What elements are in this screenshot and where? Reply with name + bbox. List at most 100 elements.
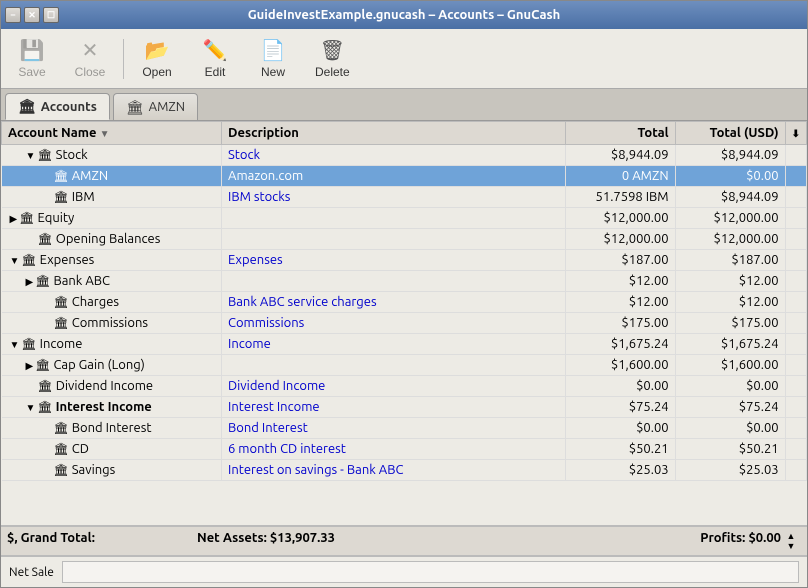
account-total-usd: $8,944.09 [675, 145, 785, 166]
table-row[interactable]: ▶🏛Equity$12,000.00$12,000.00 [2, 208, 807, 229]
expand-icon[interactable]: ▼ [10, 255, 20, 266]
account-icon: 🏛 [54, 422, 69, 435]
delete-button[interactable]: 🗑 Delete [306, 33, 359, 84]
account-name: Cap Gain (Long) [53, 358, 144, 372]
table-row[interactable]: 🏛CommissionsCommissions$175.00$175.00 [2, 313, 807, 334]
net-sale-label: Net Sale [9, 566, 54, 579]
account-description: 6 month CD interest [222, 439, 566, 460]
account-name: Commissions [72, 316, 148, 330]
main-window: – ✕ ☐ GuideInvestExample.gnucash – Accou… [0, 0, 808, 588]
account-total-usd: $175.00 [675, 313, 785, 334]
col-header-total[interactable]: Total [565, 122, 675, 145]
table-row[interactable]: ▶🏛Bank ABC$12.00$12.00 [2, 271, 807, 292]
account-total-usd: $0.00 [675, 166, 785, 187]
account-total-usd: $75.24 [675, 397, 785, 418]
table-row[interactable]: ▶🏛Cap Gain (Long) $1,600.00$1,600.00 [2, 355, 807, 376]
spin-up-icon[interactable]: ▲ [787, 531, 796, 541]
account-total-usd: $0.00 [675, 418, 785, 439]
account-total: $75.24 [565, 397, 675, 418]
account-total: 51.7598 IBM [565, 187, 675, 208]
account-name: Savings [72, 463, 116, 477]
bottom-bar: Net Sale [1, 556, 807, 587]
account-description: Amazon.com [222, 166, 566, 187]
account-icon: 🏛 [54, 191, 69, 204]
spin-down-icon[interactable]: ▼ [787, 541, 796, 551]
account-description: IBM stocks [222, 187, 566, 208]
account-total: $25.03 [565, 460, 675, 481]
account-total: $1,600.00 [565, 355, 675, 376]
close-icon: ✕ [82, 38, 99, 63]
account-total: $175.00 [565, 313, 675, 334]
table-row[interactable]: ▼🏛ExpensesExpenses$187.00$187.00 [2, 250, 807, 271]
expand-icon[interactable]: ▼ [26, 150, 36, 161]
col-header-name[interactable]: Account Name ▼ [2, 122, 222, 145]
account-total-usd: $50.21 [675, 439, 785, 460]
table-row[interactable]: ▼🏛StockStock$8,944.09$8,944.09 [2, 145, 807, 166]
account-description: Income [222, 334, 566, 355]
tab-amzn[interactable]: 🏛 AMZN [113, 93, 198, 120]
delete-icon: 🗑 [320, 38, 345, 63]
open-icon: 📂 [145, 38, 170, 63]
table-row[interactable]: 🏛AMZNAmazon.com0 AMZN$0.00 [2, 166, 807, 187]
new-button[interactable]: 📄 New [248, 33, 298, 84]
new-icon: 📄 [261, 38, 286, 63]
expand-icon[interactable]: ▶ [10, 213, 18, 224]
accounts-table-container: Account Name ▼ Description Total Total (… [1, 121, 807, 525]
accounts-tab-icon: 🏛 [18, 98, 36, 115]
table-row[interactable]: 🏛IBMIBM stocks51.7598 IBM$8,944.09 [2, 187, 807, 208]
account-icon: 🏛 [19, 212, 34, 225]
scroll-down-icon[interactable]: ⬇ [792, 128, 800, 139]
account-name: Charges [72, 295, 119, 309]
net-sale-input[interactable] [62, 561, 799, 583]
table-row[interactable]: 🏛Opening Balances$12,000.00$12,000.00 [2, 229, 807, 250]
account-icon: 🏛 [54, 464, 69, 477]
maximize-button[interactable]: ☐ [43, 7, 59, 23]
account-total: $1,675.24 [565, 334, 675, 355]
account-total: $12,000.00 [565, 208, 675, 229]
expand-icon[interactable]: ▼ [26, 402, 36, 413]
account-description: Commissions [222, 313, 566, 334]
account-total: $12,000.00 [565, 229, 675, 250]
account-icon: 🏛 [35, 359, 50, 372]
account-total: $12.00 [565, 292, 675, 313]
col-header-total-usd[interactable]: Total (USD) [675, 122, 785, 145]
grand-total-label: $, Grand Total: [7, 531, 197, 551]
table-row[interactable]: 🏛Bond InterestBond Interest$0.00$0.00 [2, 418, 807, 439]
account-description: Interest Income [222, 397, 566, 418]
separator [123, 39, 124, 79]
minimize-button[interactable]: – [5, 7, 21, 23]
tab-accounts[interactable]: 🏛 Accounts [5, 93, 110, 120]
accounts-table: Account Name ▼ Description Total Total (… [1, 121, 807, 481]
account-description [222, 208, 566, 229]
open-button[interactable]: 📂 Open [132, 33, 182, 84]
scroll-area[interactable]: Account Name ▼ Description Total Total (… [1, 121, 807, 525]
account-name: CD [72, 442, 89, 456]
account-name: Dividend Income [56, 379, 153, 393]
col-header-description[interactable]: Description [222, 122, 566, 145]
table-row[interactable]: 🏛SavingsInterest on savings - Bank ABC$2… [2, 460, 807, 481]
table-row[interactable]: 🏛CD6 month CD interest$50.21$50.21 [2, 439, 807, 460]
table-row[interactable]: ▼🏛IncomeIncome$1,675.24$1,675.24 [2, 334, 807, 355]
table-row[interactable]: 🏛ChargesBank ABC service charges$12.00$1… [2, 292, 807, 313]
account-icon: 🏛 [35, 275, 50, 288]
account-description: Bond Interest [222, 418, 566, 439]
account-description: Expenses [222, 250, 566, 271]
close-button[interactable]: ✕ [24, 7, 40, 23]
account-total-usd: $1,600.00 [675, 355, 785, 376]
expand-icon[interactable]: ▶ [26, 360, 34, 371]
account-total: $50.21 [565, 439, 675, 460]
edit-button[interactable]: ✏️ Edit [190, 33, 240, 84]
tab-bar: 🏛 Accounts 🏛 AMZN [1, 89, 807, 121]
account-icon: 🏛 [54, 170, 69, 183]
table-row[interactable]: ▼🏛Interest IncomeInterest Income$75.24$7… [2, 397, 807, 418]
account-total: 0 AMZN [565, 166, 675, 187]
expand-icon[interactable]: ▼ [10, 339, 20, 350]
window-title: GuideInvestExample.gnucash – Accounts – … [248, 8, 561, 22]
close-button-toolbar[interactable]: ✕ Close [65, 33, 115, 84]
expand-icon[interactable]: ▶ [26, 276, 34, 287]
table-row[interactable]: 🏛Dividend IncomeDividend Income$0.00$0.0… [2, 376, 807, 397]
window-controls: – ✕ ☐ [5, 7, 59, 23]
account-name: IBM [72, 190, 95, 204]
account-total-usd: $12,000.00 [675, 229, 785, 250]
save-button[interactable]: 💾 Save [7, 33, 57, 84]
